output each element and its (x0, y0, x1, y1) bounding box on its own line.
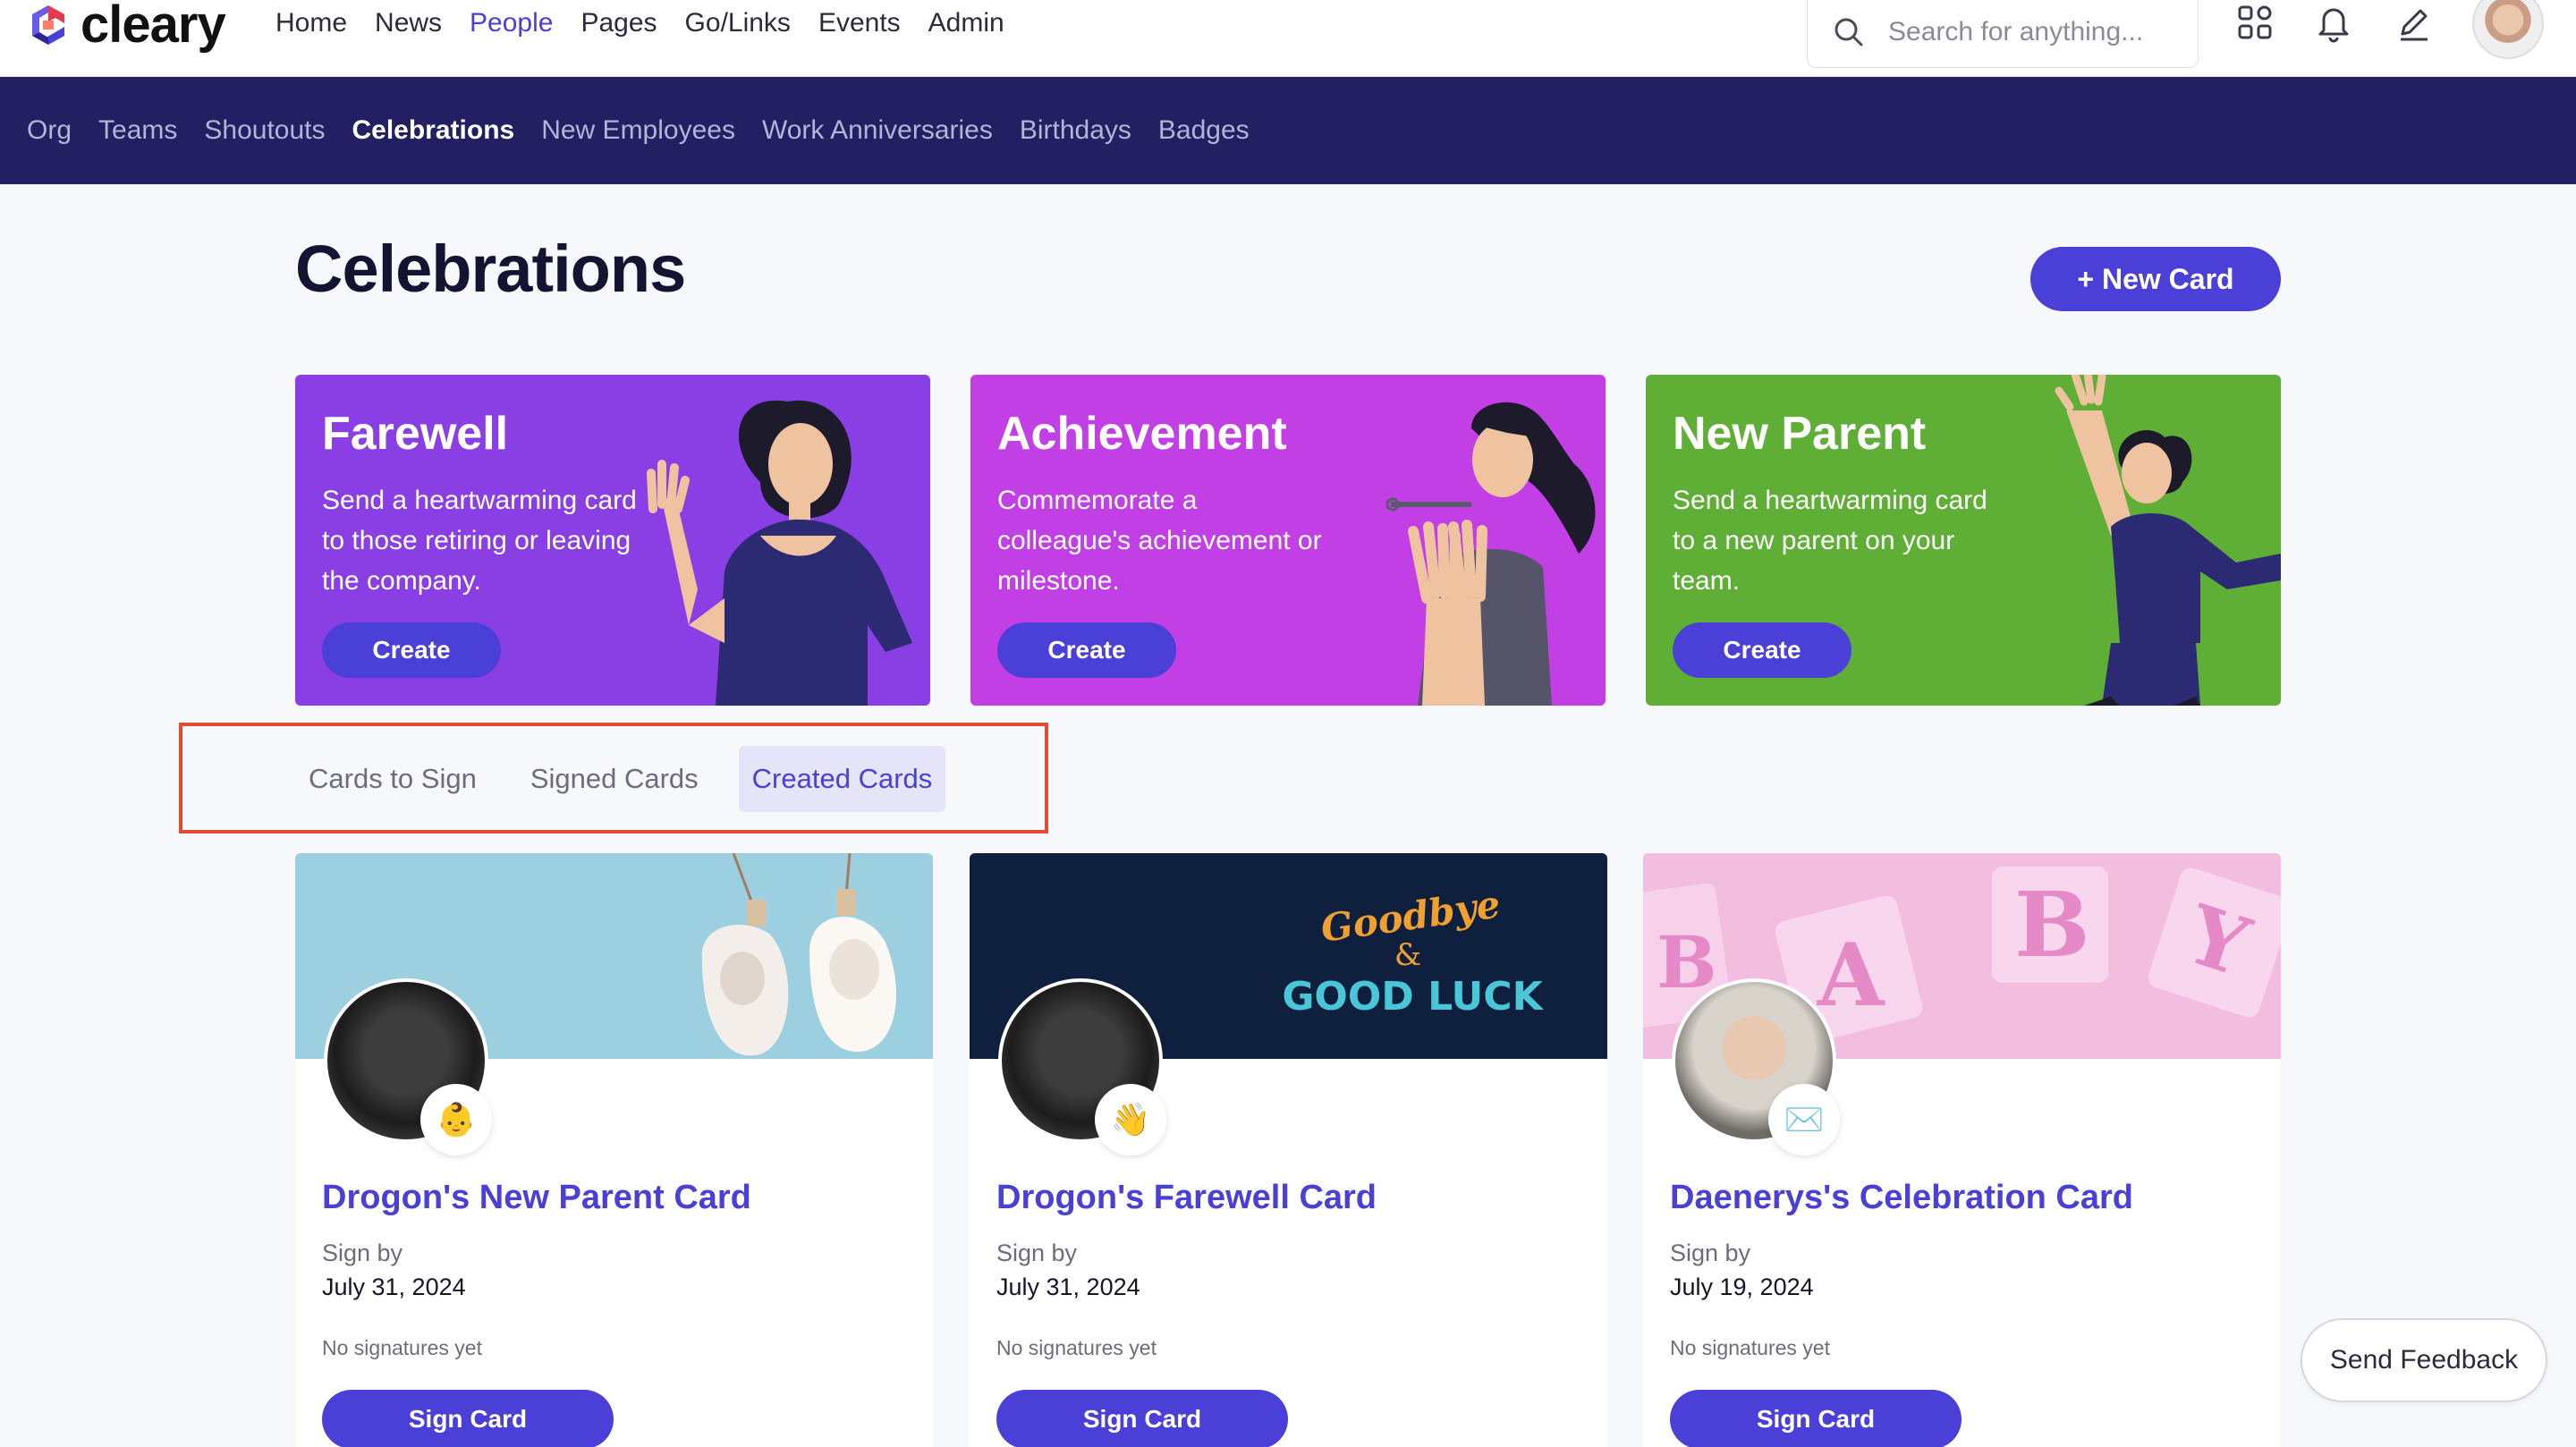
new-card-button[interactable]: + New Card (2030, 247, 2281, 311)
page-title: Celebrations (295, 232, 686, 306)
search-input[interactable] (1888, 16, 2192, 47)
sign-card-button[interactable]: Sign Card (322, 1390, 614, 1447)
good-luck-text: GOOD LUCK (1282, 974, 1544, 1020)
nav-item-admin[interactable]: Admin (928, 8, 1004, 38)
nav-item-events[interactable]: Events (818, 8, 901, 38)
subnav-item-teams[interactable]: Teams (98, 115, 177, 146)
subnav-item-shoutouts[interactable]: Shoutouts (204, 115, 325, 146)
sign-by-label: Sign by (1670, 1240, 1751, 1266)
nav-item-golinks[interactable]: Go/Links (685, 8, 791, 38)
cleary-logo[interactable]: cleary (25, 0, 226, 54)
brand-name: cleary (80, 0, 226, 54)
card-tabs: Cards to Sign Signed Cards Created Cards (295, 746, 946, 812)
created-card[interactable]: Goodbye & GOOD LUCK 👋 Drogon's Farewell … (970, 853, 1607, 1447)
nav-item-people[interactable]: People (470, 8, 553, 38)
main-nav: Home News People Pages Go/Links Events A… (275, 0, 1032, 47)
sign-by-label: Sign by (322, 1240, 403, 1266)
template-card-achievement: Achievement Commemorate a colleague's ac… (970, 375, 1606, 706)
search-icon (1835, 18, 1863, 46)
user-avatar[interactable] (2472, 0, 2544, 59)
template-description: Send a heartwarming card to a new parent… (1673, 486, 1987, 596)
ampersand-text: & (1394, 937, 1421, 973)
signatures-status: No signatures yet (322, 1336, 482, 1359)
block-letter-b2: B (2014, 872, 2090, 977)
block-letter-a: A (1817, 925, 1885, 1026)
sign-card-button[interactable]: Sign Card (1670, 1390, 1962, 1447)
template-card-new-parent: New Parent Send a heartwarming card to a… (1646, 375, 2281, 706)
nav-item-pages[interactable]: Pages (580, 8, 657, 38)
apps-grid-icon[interactable] (2234, 2, 2275, 43)
sign-by-label: Sign by (996, 1240, 1078, 1266)
subnav-item-org[interactable]: Org (27, 115, 72, 146)
card-title[interactable]: Daenerys's Celebration Card (1670, 1179, 2133, 1217)
achievement-illustration (1385, 402, 1596, 706)
template-title: New Parent (1673, 408, 1927, 460)
envelope-icon: ✉️ (1768, 1084, 1840, 1155)
nav-item-home[interactable]: Home (275, 8, 347, 38)
top-bar: cleary Home News People Pages Go/Links E… (0, 0, 2576, 77)
sign-by-date: July 31, 2024 (322, 1274, 466, 1300)
cleary-logo-icon (32, 5, 64, 45)
created-card[interactable]: 👶 Drogon's New Parent Card Sign by July … (295, 853, 933, 1447)
template-card-farewell: Farewell Send a heartwarming card to tho… (295, 375, 930, 706)
tab-created-cards[interactable]: Created Cards (738, 746, 946, 812)
create-farewell-button[interactable]: Create (322, 622, 501, 678)
sign-card-button[interactable]: Sign Card (996, 1390, 1288, 1447)
template-description: Send a heartwarming card to those retiri… (322, 486, 637, 596)
new-parent-illustration (2055, 375, 2281, 706)
template-description: Commemorate a colleague's achievement or… (997, 486, 1322, 596)
create-new-parent-button[interactable]: Create (1673, 622, 1852, 678)
nav-item-news[interactable]: News (375, 8, 442, 38)
template-title: Farewell (322, 408, 509, 460)
tab-signed-cards[interactable]: Signed Cards (517, 746, 712, 812)
pencil-icon[interactable] (2394, 2, 2435, 43)
subnav-item-birthdays[interactable]: Birthdays (1020, 115, 1131, 146)
waving-hand-icon: 👋 (1095, 1084, 1166, 1155)
subnav-item-celebrations[interactable]: Celebrations (352, 115, 514, 146)
send-feedback-button[interactable]: Send Feedback (2301, 1318, 2547, 1402)
sign-by-date: July 31, 2024 (996, 1274, 1140, 1300)
signatures-status: No signatures yet (1670, 1336, 1830, 1359)
tab-cards-to-sign[interactable]: Cards to Sign (295, 746, 490, 812)
subnav-item-work-anniversaries[interactable]: Work Anniversaries (762, 115, 993, 146)
subnav-item-new-employees[interactable]: New Employees (541, 115, 735, 146)
created-card[interactable]: B A B Y ✉️ Daenerys's Celebration Card S… (1643, 853, 2281, 1447)
card-title[interactable]: Drogon's Farewell Card (996, 1179, 1377, 1217)
card-title[interactable]: Drogon's New Parent Card (322, 1179, 751, 1217)
global-search[interactable] (1807, 0, 2199, 68)
create-achievement-button[interactable]: Create (997, 622, 1176, 678)
people-subnav: Org Teams Shoutouts Celebrations New Emp… (0, 77, 2576, 184)
baby-emoji-icon: 👶 (420, 1084, 492, 1155)
subnav-item-badges[interactable]: Badges (1158, 115, 1250, 146)
bell-icon[interactable] (2313, 2, 2354, 43)
farewell-illustration (647, 400, 912, 706)
template-title: Achievement (997, 408, 1287, 460)
signatures-status: No signatures yet (996, 1336, 1157, 1359)
sign-by-date: July 19, 2024 (1670, 1274, 1814, 1300)
